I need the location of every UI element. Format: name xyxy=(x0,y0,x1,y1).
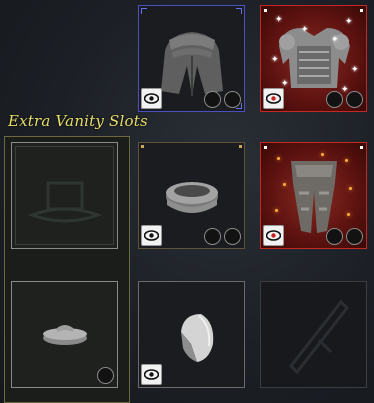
extra-vanity-slot-hat[interactable] xyxy=(11,142,118,249)
extra-vanity-title: Extra Vanity Slots xyxy=(8,112,148,130)
vanity-slot-hood[interactable] xyxy=(138,5,245,112)
ember-effect xyxy=(345,159,348,162)
dye-slot[interactable] xyxy=(346,228,363,245)
ember-effect xyxy=(277,157,280,160)
ember-effect xyxy=(321,153,324,156)
dye-slot[interactable] xyxy=(204,91,221,108)
dye-slots xyxy=(326,91,363,108)
ember-effect xyxy=(283,183,286,186)
visibility-toggle-eye-icon[interactable] xyxy=(141,364,162,385)
dye-slot[interactable] xyxy=(326,228,343,245)
dye-slots xyxy=(204,228,241,245)
visibility-toggle-eye-icon[interactable] xyxy=(263,88,284,109)
ember-effect xyxy=(349,187,352,190)
dye-slot[interactable] xyxy=(204,228,221,245)
sparkle-effect: ✦ xyxy=(275,15,283,25)
dye-slot[interactable] xyxy=(224,91,241,108)
extra-vanity-slot-cap[interactable] xyxy=(11,281,118,388)
sparkle-effect: ✦ xyxy=(345,17,353,27)
vanity-slot-legs[interactable] xyxy=(260,142,367,249)
vanity-slot-weapon[interactable] xyxy=(260,281,367,388)
dye-slot[interactable] xyxy=(224,228,241,245)
hat-silhouette-icon xyxy=(27,181,103,223)
sparkle-effect: ✦ xyxy=(301,25,309,35)
vanity-slot-pauldron[interactable] xyxy=(138,281,245,388)
dye-slot[interactable] xyxy=(326,91,343,108)
dye-slots xyxy=(326,228,363,245)
ember-effect xyxy=(347,213,350,216)
dye-slots xyxy=(97,367,114,384)
sparkle-effect: ✦ xyxy=(271,55,279,65)
dye-slot[interactable] xyxy=(346,91,363,108)
dye-slot[interactable] xyxy=(97,367,114,384)
visibility-toggle-eye-icon[interactable] xyxy=(141,225,162,246)
vanity-slot-chest[interactable]: ✦ ✦ ✦ ✦ ✦ ✦ ✦ ✦ xyxy=(260,5,367,112)
visibility-toggle-eye-icon[interactable] xyxy=(263,225,284,246)
vanity-slot-bracer[interactable] xyxy=(138,142,245,249)
ember-effect xyxy=(275,209,278,212)
sword-silhouette-icon xyxy=(289,299,349,375)
dye-slots xyxy=(204,91,241,108)
sparkle-effect: ✦ xyxy=(331,35,339,45)
sparkle-effect: ✦ xyxy=(351,65,359,75)
visibility-toggle-eye-icon[interactable] xyxy=(141,88,162,109)
